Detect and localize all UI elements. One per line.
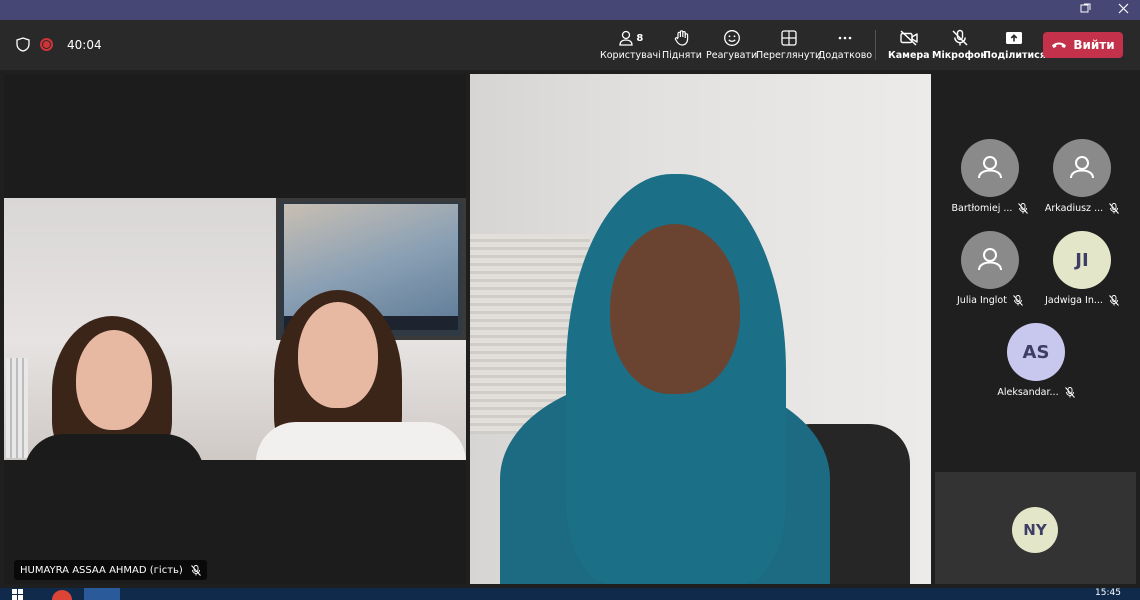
participant-gallery: Bartłomiej ... Arkadiusz ... Julia Inglo… [935, 74, 1136, 470]
participants-count: 8 [636, 32, 644, 44]
camera-label: Камера [888, 50, 930, 61]
participant-tile[interactable]: Arkadiusz ... [1036, 139, 1128, 214]
mic-muted-icon [1109, 203, 1120, 214]
view-button[interactable]: Переглянути [756, 28, 821, 64]
shield-icon [16, 37, 30, 52]
participant-tile[interactable]: Bartłomiej ... [944, 139, 1036, 214]
share-button[interactable]: Поділитися [983, 28, 1046, 64]
self-avatar: NY [1012, 507, 1058, 553]
person-icon [978, 156, 1002, 179]
toolbar-divider [875, 30, 876, 60]
mic-muted-icon [1109, 295, 1119, 306]
people-icon [619, 30, 634, 46]
person-icon [978, 248, 1002, 271]
chrome-icon[interactable] [52, 589, 72, 600]
meeting-timer: 40:04 [67, 37, 102, 52]
participant-name: Jadwiga In... [1045, 295, 1103, 306]
participant-name: HUMAYRA ASSAA AHMAD (гість) [20, 564, 183, 576]
participant-name: Arkadiusz ... [1044, 203, 1104, 214]
more-button[interactable]: Додатково [818, 28, 872, 64]
share-label: Поділитися [983, 50, 1046, 61]
grid-view-icon [780, 30, 797, 46]
share-screen-icon [1006, 32, 1023, 44]
close-icon[interactable] [1108, 0, 1138, 20]
mic-button[interactable]: Мікрофон [932, 28, 987, 64]
person-icon [1070, 156, 1094, 179]
windows-start-icon[interactable] [12, 589, 23, 600]
raise-hand-label: Підняти [662, 50, 702, 61]
mic-label: Мікрофон [932, 50, 988, 61]
radiator-graphic [6, 358, 28, 458]
people-button[interactable]: 8 Користувачі [600, 28, 661, 64]
meeting-stage: HUMAYRA ASSAA AHMAD (гість) Bartłomiej .… [0, 70, 1140, 588]
os-taskbar: 15:45 [0, 588, 1140, 600]
avatar [1053, 139, 1111, 197]
more-dots-icon [838, 36, 852, 40]
system-clock: 15:45 [1095, 588, 1121, 598]
avatar: JI [1053, 231, 1111, 289]
react-button[interactable]: Реагувати [706, 28, 757, 64]
participant-video [4, 198, 466, 460]
more-label: Додатково [818, 50, 873, 61]
leave-label: Вийти [1073, 38, 1115, 52]
recording-icon [40, 38, 53, 51]
smiley-icon [723, 30, 740, 46]
participant-name: Aleksandar... [997, 387, 1059, 398]
raise-hand-button[interactable]: Підняти [662, 28, 702, 64]
avatar [961, 139, 1019, 197]
avatar: AS [1007, 323, 1065, 381]
participant-tile[interactable]: JI Jadwiga In... [1036, 231, 1128, 306]
mic-muted-icon [1018, 203, 1029, 214]
mic-muted-icon [1064, 387, 1075, 398]
avatar [961, 231, 1019, 289]
people-label: Користувачі [600, 50, 661, 61]
camera-off-icon [900, 30, 918, 46]
popout-icon[interactable] [1070, 0, 1100, 20]
video-tile-speaker[interactable] [470, 74, 931, 584]
video-tile-humayra[interactable]: HUMAYRA ASSAA AHMAD (гість) [4, 74, 466, 584]
window-titlebar [0, 0, 1140, 20]
mic-off-icon [951, 29, 968, 46]
view-label: Переглянути [756, 50, 822, 61]
mic-muted-icon [190, 564, 201, 576]
meeting-toolbar: 40:04 8 Користувачі Підняти Реагувати Пе… [0, 20, 1140, 70]
participant-tile[interactable]: AS Aleksandar... [990, 323, 1082, 398]
participant-tile[interactable]: Julia Inglot [944, 231, 1036, 306]
leave-button[interactable]: Вийти [1043, 32, 1123, 58]
react-label: Реагувати [706, 50, 758, 61]
hand-icon [674, 30, 689, 46]
teams-taskbar-icon[interactable] [84, 588, 120, 600]
participant-face-graphic [610, 224, 740, 394]
self-view-tile[interactable]: NY [935, 472, 1136, 584]
participant-name-tag: HUMAYRA ASSAA AHMAD (гість) [14, 560, 207, 580]
participant-name: Bartłomiej ... [951, 203, 1013, 214]
mic-muted-icon [1013, 295, 1023, 306]
participant-name: Julia Inglot [957, 295, 1007, 306]
phone-hangup-icon [1052, 42, 1067, 48]
camera-button[interactable]: Камера [888, 28, 930, 64]
